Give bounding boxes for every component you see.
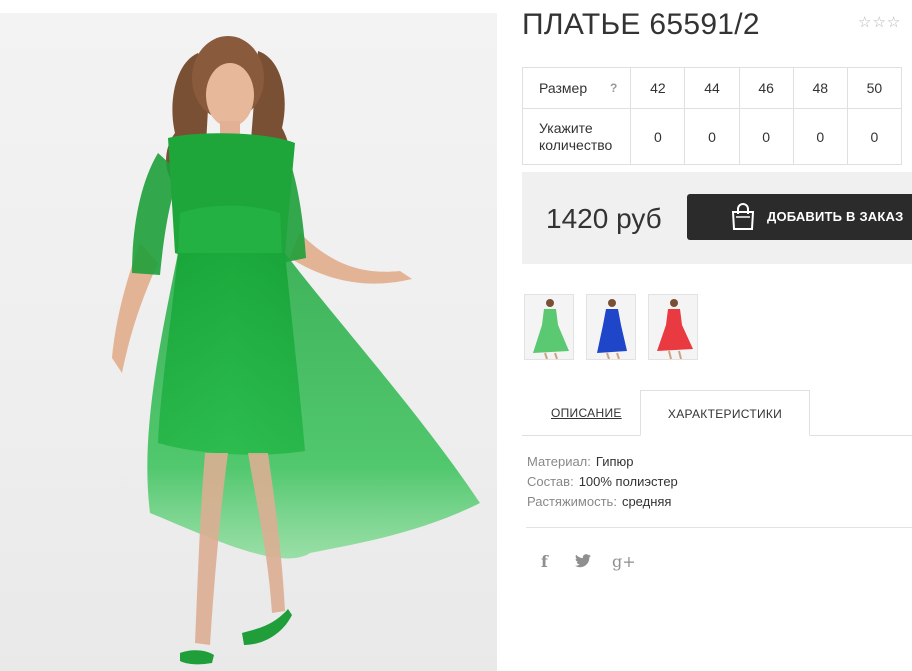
quantity-input[interactable]: 0 bbox=[630, 108, 686, 165]
size-label-cell: Размер ? bbox=[521, 67, 632, 109]
product-photo[interactable] bbox=[0, 13, 497, 671]
size-table: Размер ? 42 44 46 48 50 Укажите количест… bbox=[521, 67, 903, 165]
size-cell: 50 bbox=[846, 67, 903, 109]
thumbnail-red[interactable] bbox=[648, 294, 698, 360]
twitter-icon[interactable] bbox=[575, 554, 591, 573]
size-row: Размер ? 42 44 46 48 50 bbox=[521, 67, 903, 109]
product-tabs: ОПИСАНИЕ ХАРАКТЕРИСТИКИ bbox=[522, 390, 912, 436]
divider bbox=[526, 527, 912, 528]
size-label: Размер bbox=[539, 79, 588, 96]
quantity-input[interactable]: 0 bbox=[846, 108, 903, 165]
tab-description[interactable]: ОПИСАНИЕ bbox=[551, 390, 622, 436]
property-composition: Состав: 100% полиэстер bbox=[527, 472, 678, 492]
google-plus-icon[interactable]: g+ bbox=[612, 552, 636, 571]
quantity-input[interactable]: 0 bbox=[792, 108, 848, 165]
thumbnail-blue[interactable] bbox=[586, 294, 636, 360]
property-key: Состав: bbox=[527, 474, 574, 489]
facebook-icon[interactable]: f bbox=[541, 552, 548, 571]
price: 1420 руб bbox=[546, 203, 662, 234]
thumbnail-red-image bbox=[649, 295, 697, 359]
property-value: средняя bbox=[621, 494, 672, 509]
product-title: ПЛАТЬЕ 65591/2 bbox=[522, 8, 760, 41]
price-box: 1420 руб ДОБАВИТЬ В ЗАКАЗ bbox=[522, 172, 912, 264]
quantity-input[interactable]: 0 bbox=[684, 108, 740, 165]
tab-characteristics[interactable]: ХАРАКТЕРИСТИКИ bbox=[640, 390, 810, 436]
size-cell: 46 bbox=[738, 67, 794, 109]
help-icon[interactable]: ? bbox=[610, 80, 617, 97]
size-cell: 48 bbox=[792, 67, 848, 109]
property-key: Материал: bbox=[527, 454, 591, 469]
size-cell: 44 bbox=[684, 67, 740, 109]
twitter-bird-icon bbox=[575, 554, 591, 568]
add-to-order-label: ДОБАВИТЬ В ЗАКАЗ bbox=[767, 209, 904, 224]
size-cell: 42 bbox=[630, 67, 686, 109]
property-value: Гипюр bbox=[595, 454, 634, 469]
add-to-order-button[interactable]: ДОБАВИТЬ В ЗАКАЗ bbox=[687, 194, 912, 240]
dress-illustration bbox=[112, 36, 480, 665]
characteristics-list: Материал: Гипюр Состав: 100% полиэстер Рас… bbox=[527, 452, 678, 512]
quantity-label-line1: Укажите bbox=[539, 119, 593, 136]
quantity-row: Укажите количество 0 0 0 0 0 bbox=[521, 108, 903, 165]
quantity-label-line2: количество bbox=[539, 136, 613, 153]
property-stretch: Растяжимость: средняя bbox=[527, 492, 678, 512]
rating-stars[interactable]: ☆☆☆ bbox=[858, 14, 901, 32]
thumbnail-green-image bbox=[525, 295, 573, 359]
thumbnail-green[interactable] bbox=[524, 294, 574, 360]
property-material: Материал: Гипюр bbox=[527, 452, 678, 472]
quantity-label-cell: Укажите количество bbox=[521, 108, 632, 165]
quantity-input[interactable]: 0 bbox=[738, 108, 794, 165]
thumbnail-blue-image bbox=[587, 295, 635, 359]
property-key: Растяжимость: bbox=[527, 494, 617, 509]
property-value: 100% полиэстер bbox=[578, 474, 678, 489]
shopping-bag-icon bbox=[731, 203, 755, 230]
